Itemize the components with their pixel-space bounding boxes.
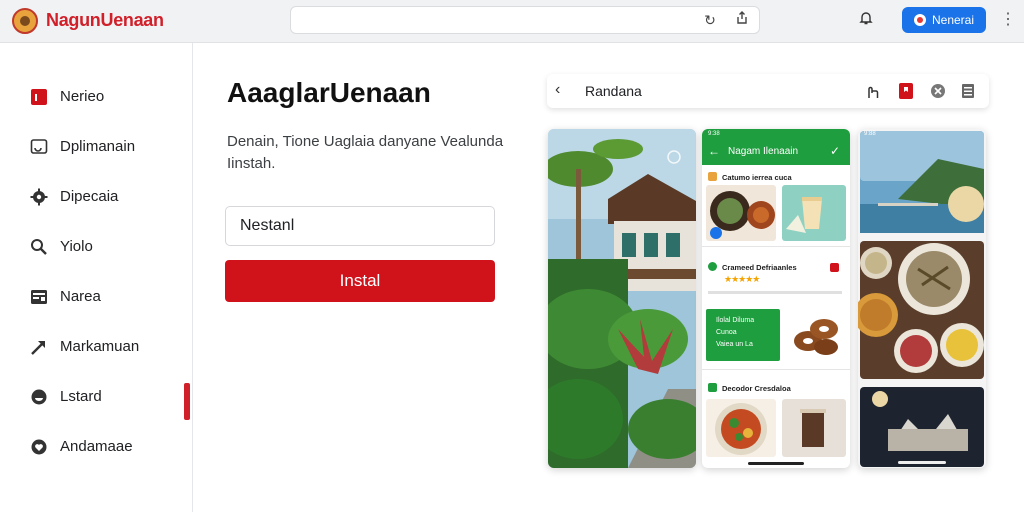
sidebar-item-andamaae[interactable]: Andamaae [0, 427, 192, 467]
sidebar-item-dplimanain[interactable]: Dplimanain [0, 127, 192, 167]
app-header: 9:38 ← Nagam Ilenaain ✓ [702, 129, 850, 165]
sidebar-item-label: Yiolo [60, 238, 93, 255]
promo-card[interactable]: Ilolal Diluma Cunoa Vaiea un La [706, 309, 780, 361]
card-icon [31, 290, 47, 304]
account-button[interactable]: Nenerai [902, 7, 986, 33]
badge-icon [31, 389, 47, 405]
preview-title: Randana [585, 83, 642, 99]
main-panel: AaaglarUenaan Denain, Tione Uaglaia dany… [193, 43, 1024, 512]
screenshot-garden [548, 129, 696, 468]
reload-icon[interactable]: ↻ [701, 11, 719, 29]
category-icon [708, 383, 717, 392]
settings-icon [30, 188, 48, 206]
meal-thumbnails [706, 399, 846, 457]
menu-icon[interactable] [959, 82, 977, 100]
brand-name: NagunUenaan [46, 10, 164, 30]
sidebar-item-yiolo[interactable]: Yiolo [0, 227, 192, 267]
food-icon [708, 172, 717, 181]
home-indicator [748, 462, 804, 465]
food-thumbnails [706, 185, 846, 241]
sidebar-item-label: Lstard [60, 388, 102, 405]
close-circle-icon[interactable] [929, 82, 947, 100]
selected-indicator [184, 383, 190, 420]
sidebar-item-label: Markamuan [60, 338, 140, 355]
preview-toolbar: ‹ Randana [547, 74, 989, 108]
app-header-title: Nagam Ilenaain [728, 146, 799, 157]
sidebar-item-dipecaia[interactable]: Dipecaia [0, 177, 192, 217]
sidebar-item-nerieo[interactable]: Nerieo [0, 77, 192, 117]
page-title: AaaglarUenaan [227, 77, 431, 108]
sidebar-item-label: Dplimanain [60, 138, 136, 155]
promo-line: Vaiea un La [716, 341, 753, 348]
promo-line: Cunoa [716, 329, 737, 336]
sidebar-item-label: Nerieo [60, 88, 105, 105]
promo-line: Ilolal Diluma [716, 317, 755, 324]
garden-image [548, 129, 696, 468]
sidebar-item-narea[interactable]: Narea [0, 277, 192, 317]
status-time: 9:38 [708, 131, 720, 137]
touch-icon[interactable] [863, 82, 881, 100]
sidebar-item-markamuan[interactable]: Markamuan [0, 327, 192, 367]
more-menu-icon[interactable]: ⋮ [1000, 9, 1016, 31]
star-badge-icon [708, 262, 717, 271]
app-logo[interactable] [12, 8, 38, 34]
app-back-icon[interactable]: ← [708, 144, 720, 158]
sidebar: Nerieo Dplimanain Dipecaia Yiolo Narea M… [0, 43, 193, 512]
browser-topbar: NagunUenaan ↻ Nenerai ⋮ [0, 0, 1024, 43]
app-square-icon [31, 89, 47, 105]
profile-dot-icon [913, 14, 926, 26]
bookmark-icon[interactable] [897, 82, 915, 100]
app-check-icon[interactable]: ✓ [830, 144, 840, 158]
name-input[interactable] [225, 206, 495, 246]
flag-icon[interactable] [830, 263, 839, 272]
sidebar-item-lstard[interactable]: Lstard [0, 377, 192, 417]
arrow-icon [31, 341, 45, 355]
install-button[interactable]: Instal [225, 260, 495, 302]
donut-thumbnail [786, 305, 846, 361]
sidebar-item-label: Andamaae [60, 438, 133, 455]
row-title: Catumo ierrea cuca [722, 173, 792, 182]
row-title: Decodor Cresdaloa [722, 384, 791, 393]
back-arrow-icon[interactable]: ‹ [555, 81, 560, 99]
status-time: 9:88 [864, 131, 876, 137]
gallery-images [858, 129, 986, 468]
address-bar[interactable]: ↻ [290, 6, 760, 34]
share-icon[interactable] [733, 11, 751, 29]
search-icon [31, 239, 47, 255]
screenshot-gallery: 9:88 [858, 129, 986, 468]
screenshot-app: 9:38 ← Nagam Ilenaain ✓ Catumo ierrea cu… [702, 129, 850, 468]
rating-stars: ★★★★★ [724, 274, 760, 284]
sidebar-item-label: Narea [60, 288, 101, 305]
row-title: Crameed Defriaanles [722, 263, 797, 272]
account-button-label: Nenerai [931, 13, 975, 27]
message-icon [30, 139, 48, 154]
heart-icon [31, 439, 47, 455]
page-description: Denain, Tione Uaglaia danyane Vealunda I… [227, 133, 504, 172]
notification-bell-icon[interactable] [856, 10, 876, 30]
sidebar-item-label: Dipecaia [60, 188, 119, 205]
